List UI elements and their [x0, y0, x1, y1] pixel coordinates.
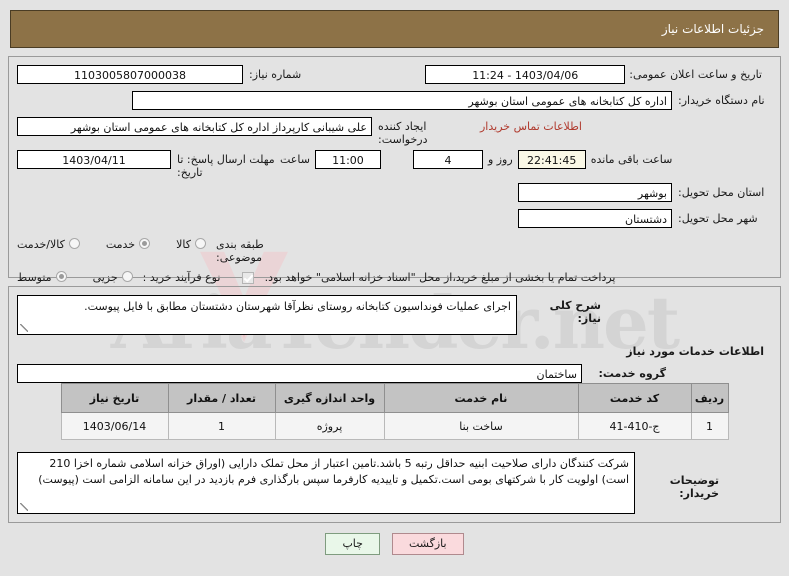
subject-class-label: طبقه بندی موضوعی:: [216, 238, 264, 264]
need-summary-textarea[interactable]: اجرای عملیات فونداسیون کتابخانه روستای ن…: [17, 295, 517, 335]
delivery-city-label: شهر محل تحویل:: [678, 212, 758, 225]
print-button[interactable]: چاپ: [325, 533, 380, 555]
deadline-time-label: ساعت: [280, 153, 310, 166]
radio-option-kala[interactable]: کالا: [176, 233, 210, 256]
cell-unit: پروژه: [274, 412, 385, 440]
col-need-date: تاریخ نیاز: [60, 383, 169, 413]
service-group-label: گروه خدمت:: [598, 367, 666, 380]
services-table: ردیف کد خدمت نام خدمت واحد اندازه گیری ت…: [60, 383, 729, 440]
col-code: کد خدمت: [577, 383, 692, 413]
table-row: 1 ج-410-41 ساخت بنا پروژه 1 1403/06/14: [60, 412, 729, 440]
row-deadline: ساعت باقی مانده 22:41:45 روز و 4 11:00 س…: [17, 148, 772, 179]
page-title: جزئیات اطلاعات نیاز: [661, 22, 764, 36]
announce-datetime-label: تاریخ و ساعت اعلان عمومی:: [629, 68, 762, 81]
need-number-label: شماره نیاز:: [249, 68, 302, 81]
cell-radif: 1: [690, 412, 729, 440]
cell-code: ج-410-41: [577, 412, 692, 440]
need-details-panel: شرح کلی نیاز: اجرای عملیات فونداسیون کتا…: [8, 286, 781, 523]
delivery-province-label: استان محل تحویل:: [678, 186, 765, 199]
announce-datetime-field: 1403/04/06 - 11:24: [425, 65, 626, 84]
page-header: جزئیات اطلاعات نیاز: [10, 10, 779, 48]
radio-kala-icon[interactable]: [195, 238, 206, 249]
col-unit: واحد اندازه گیری: [274, 383, 385, 413]
requester-label: ایجاد کننده درخواست:: [378, 120, 428, 146]
buyer-notes-textarea[interactable]: شرکت کنندگان دارای صلاحیت ابنیه حداقل رت…: [17, 452, 635, 514]
radio-option-kala-khedmat[interactable]: کالا/خدمت: [17, 233, 84, 256]
row-delivery-province: استان محل تحویل: بوشهر: [17, 181, 772, 205]
row-buyer-notes: توضیحات خریدار: شرکت کنندگان دارای صلاحی…: [17, 452, 772, 514]
need-info-panel: تاریخ و ساعت اعلان عمومی: 1403/04/06 - 1…: [8, 56, 781, 284]
services-heading: اطلاعات خدمات مورد نیاز: [626, 345, 764, 358]
cell-qty: 1: [167, 412, 276, 440]
cell-name: ساخت بنا: [383, 412, 579, 440]
row-delivery-city: شهر محل تحویل: دشتستان: [17, 207, 772, 231]
radio-khedmat-icon[interactable]: [139, 238, 151, 249]
need-number-field: 1103005807000038: [17, 65, 243, 84]
buyer-org-label: نام دستگاه خریدار:: [678, 94, 765, 107]
row-subject-class: طبقه بندی موضوعی: کالا خدمت کالا/خدمت: [17, 233, 772, 264]
row-service-group: گروه خدمت: ساختمان: [17, 364, 772, 383]
row-need-number: تاریخ و ساعت اعلان عمومی: 1403/04/06 - 1…: [17, 63, 772, 87]
radio-option-khedmat[interactable]: خدمت: [106, 233, 154, 256]
buyer-contact-link[interactable]: اطلاعات تماس خریدار: [472, 115, 590, 138]
remaining-hours-label: ساعت باقی مانده: [590, 153, 673, 166]
table-header-row: ردیف کد خدمت نام خدمت واحد اندازه گیری ت…: [60, 383, 729, 413]
service-group-field: ساختمان: [17, 364, 582, 383]
buyer-notes-label: توضیحات خریدار:: [669, 474, 719, 500]
row-need-summary: شرح کلی نیاز: اجرای عملیات فونداسیون کتا…: [17, 295, 772, 335]
col-qty: تعداد / مقدار: [167, 383, 276, 413]
requester-field: علی شیبانی کارپرداز اداره کل کتابخانه ها…: [17, 117, 372, 136]
days-label: روز و: [487, 153, 513, 166]
radio-jozei-icon[interactable]: [121, 271, 133, 282]
col-radif: ردیف: [690, 383, 729, 413]
row-buyer-org: نام دستگاه خریدار: اداره کل کتابخانه های…: [17, 89, 772, 113]
radio-motevasset-icon[interactable]: [55, 271, 67, 282]
buyer-org-field: اداره کل کتابخانه های عمومی استان بوشهر: [132, 91, 672, 110]
delivery-city-field: دشتستان: [518, 209, 672, 228]
button-bar: بازگشت چاپ: [0, 533, 789, 555]
deadline-date-field: 1403/04/11: [17, 150, 171, 169]
back-button[interactable]: بازگشت: [391, 533, 464, 555]
treasury-bond-checkbox[interactable]: [241, 271, 254, 284]
deadline-time-field: 11:00: [314, 150, 381, 169]
need-summary-label: شرح کلی نیاز:: [549, 299, 601, 325]
remaining-hours-field: 22:41:45: [517, 150, 586, 169]
days-field: 4: [412, 150, 483, 169]
purchase-process-label: نوع فرآیند خرید :: [142, 271, 221, 284]
row-requester: اطلاعات تماس خریدار ایجاد کننده درخواست:…: [17, 115, 772, 146]
cell-need-date: 1403/06/14: [60, 412, 169, 440]
col-name: نام خدمت: [383, 383, 579, 413]
radio-kala-khedmat-icon[interactable]: [68, 238, 80, 249]
deadline-label: مهلت ارسال پاسخ: تا تاریخ:: [177, 153, 275, 179]
delivery-province-field: بوشهر: [518, 183, 672, 202]
